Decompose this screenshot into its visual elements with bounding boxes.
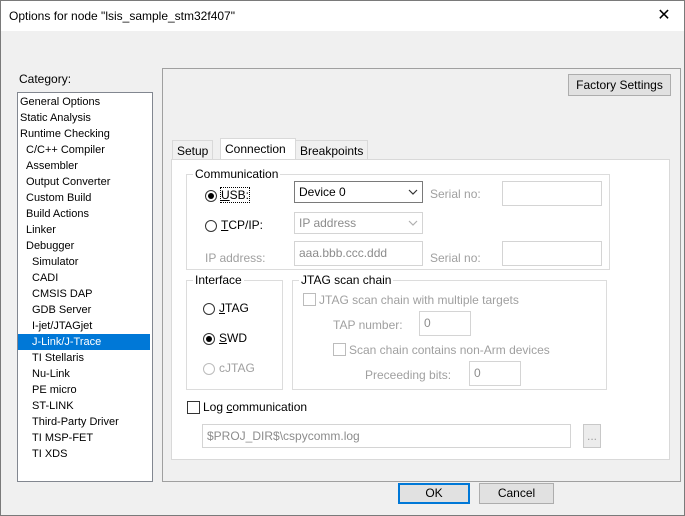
category-item-label: Runtime Checking (20, 128, 110, 140)
category-item[interactable]: Third-Party Driver (18, 414, 150, 430)
tab-setup[interactable]: Setup (172, 140, 214, 161)
jtag-radio[interactable] (203, 303, 215, 315)
tap-number-label: TAP number: (333, 318, 403, 332)
category-item-label: Static Analysis (20, 112, 91, 124)
chevron-down-icon (408, 213, 418, 233)
log-communication-label: Log communication (203, 400, 308, 414)
category-item-label: General Options (20, 96, 101, 108)
options-dialog: Options for node "lsis_sample_stm32f407"… (0, 0, 685, 516)
multi-targets-checkbox[interactable] (303, 293, 316, 306)
category-item[interactable]: Linker (18, 222, 150, 238)
tab-connection[interactable]: Connection (220, 138, 296, 161)
category-item[interactable]: PE micro (18, 382, 150, 398)
serial-no-label: Serial no: (430, 187, 481, 201)
category-item[interactable]: Output Converter (18, 174, 150, 190)
non-arm-checkbox[interactable] (333, 343, 346, 356)
category-item-label: ST-LINK (32, 400, 74, 412)
serial-no-input[interactable] (502, 181, 602, 206)
category-item[interactable]: TI Stellaris (18, 350, 150, 366)
category-item[interactable]: Static Analysis (18, 110, 150, 126)
category-item-label: TI Stellaris (32, 352, 84, 364)
tab-breakpoints[interactable]: Breakpoints (295, 140, 369, 161)
category-item[interactable]: CADI (18, 270, 150, 286)
serial-no-label-2: Serial no: (430, 251, 481, 265)
category-item[interactable]: C/C++ Compiler (18, 142, 150, 158)
preceding-bits-label: Preceeding bits: (365, 368, 452, 382)
ip-address-label: IP address: (205, 251, 266, 265)
category-item-label: Simulator (32, 256, 79, 268)
tcpip-label: TCP/IP: (221, 218, 264, 232)
category-item[interactable]: J-Link/J-Trace (18, 334, 150, 350)
tap-number-input[interactable]: 0 (419, 311, 471, 336)
category-item-label: GDB Server (32, 304, 92, 316)
category-item-label: I-jet/JTAGjet (32, 320, 93, 332)
category-item[interactable]: TI MSP-FET (18, 430, 150, 446)
category-item[interactable]: Assembler (18, 158, 150, 174)
category-item[interactable]: Runtime Checking (18, 126, 150, 142)
factory-settings-button[interactable]: Factory Settings (568, 74, 671, 96)
category-item-label: Debugger (26, 240, 75, 252)
category-item[interactable]: Debugger (18, 238, 150, 254)
communication-group: Communication USB: Device 0 Serial no: T… (186, 167, 610, 270)
category-item[interactable]: TI XDS (18, 446, 150, 462)
category-item[interactable]: ST-LINK (18, 398, 150, 414)
preceding-bits-input[interactable]: 0 (469, 361, 521, 386)
jtag-label: JTAG (219, 301, 249, 315)
window-title: Options for node "lsis_sample_stm32f407" (9, 9, 235, 23)
category-item[interactable]: Build Actions (18, 206, 150, 222)
category-item[interactable]: CMSIS DAP (18, 286, 150, 302)
cjtag-label: cJTAG (219, 361, 255, 375)
interface-group-title: Interface (193, 273, 244, 287)
browse-button[interactable]: ... (583, 424, 601, 448)
cancel-button[interactable]: Cancel (479, 483, 554, 504)
ok-button[interactable]: OK (398, 483, 470, 504)
connection-tab-content: Communication USB: Device 0 Serial no: T… (171, 159, 670, 460)
cjtag-radio[interactable] (203, 363, 215, 375)
category-item[interactable]: Simulator (18, 254, 150, 270)
category-item[interactable]: GDB Server (18, 302, 150, 318)
chevron-down-icon (408, 182, 418, 202)
non-arm-label: Scan chain contains non-Arm devices (349, 343, 550, 357)
title-bar: Options for node "lsis_sample_stm32f407"… (1, 1, 684, 31)
category-item-label: Custom Build (26, 192, 92, 204)
swd-label: SWD (219, 331, 248, 345)
log-file-path-input[interactable]: $PROJ_DIR$\cspycomm.log (202, 424, 571, 448)
jtag-scan-chain-group: JTAG scan chain JTAG scan chain with mul… (292, 273, 607, 390)
usb-radio[interactable] (205, 190, 217, 202)
category-item-label: Output Converter (26, 176, 111, 188)
log-communication-checkbox[interactable] (187, 401, 200, 414)
close-icon[interactable]: ✕ (654, 6, 674, 26)
category-item-label: J-Link/J-Trace (32, 336, 102, 348)
category-item-label: Assembler (26, 160, 78, 172)
category-item-label: TI MSP-FET (32, 432, 94, 444)
category-item[interactable]: I-jet/JTAGjet (18, 318, 150, 334)
communication-group-title: Communication (193, 167, 281, 181)
interface-group: Interface JTAG SWD cJTAG (186, 273, 283, 390)
usb-label: USB: (219, 187, 251, 203)
jtag-scan-chain-title: JTAG scan chain (299, 273, 394, 287)
category-item-label: CADI (32, 272, 59, 284)
category-item-label: PE micro (32, 384, 77, 396)
category-item-label: TI XDS (32, 448, 68, 460)
category-label: Category: (19, 72, 72, 86)
category-item[interactable]: Nu-Link (18, 366, 150, 382)
tcpip-value: IP address (299, 216, 357, 230)
category-item-label: Third-Party Driver (32, 416, 119, 428)
multi-targets-label: JTAG scan chain with multiple targets (319, 293, 519, 307)
category-item-label: Nu-Link (32, 368, 70, 380)
tcpip-radio[interactable] (205, 220, 217, 232)
category-item-label: C/C++ Compiler (26, 144, 105, 156)
usb-device-value: Device 0 (299, 185, 346, 199)
category-item-label: Linker (26, 224, 56, 236)
tcpip-select[interactable]: IP address (294, 212, 423, 234)
serial-no-input-2[interactable] (502, 241, 602, 266)
ip-address-input[interactable]: aaa.bbb.ccc.ddd (294, 241, 423, 266)
swd-radio[interactable] (203, 333, 215, 345)
usb-device-select[interactable]: Device 0 (294, 181, 423, 203)
category-item[interactable]: General Options (18, 94, 150, 110)
category-item-label: Build Actions (26, 208, 89, 220)
category-item-label: CMSIS DAP (32, 288, 93, 300)
category-list[interactable]: General Options Static Analysis Runtime Ch… (17, 92, 153, 482)
category-item[interactable]: Custom Build (18, 190, 150, 206)
